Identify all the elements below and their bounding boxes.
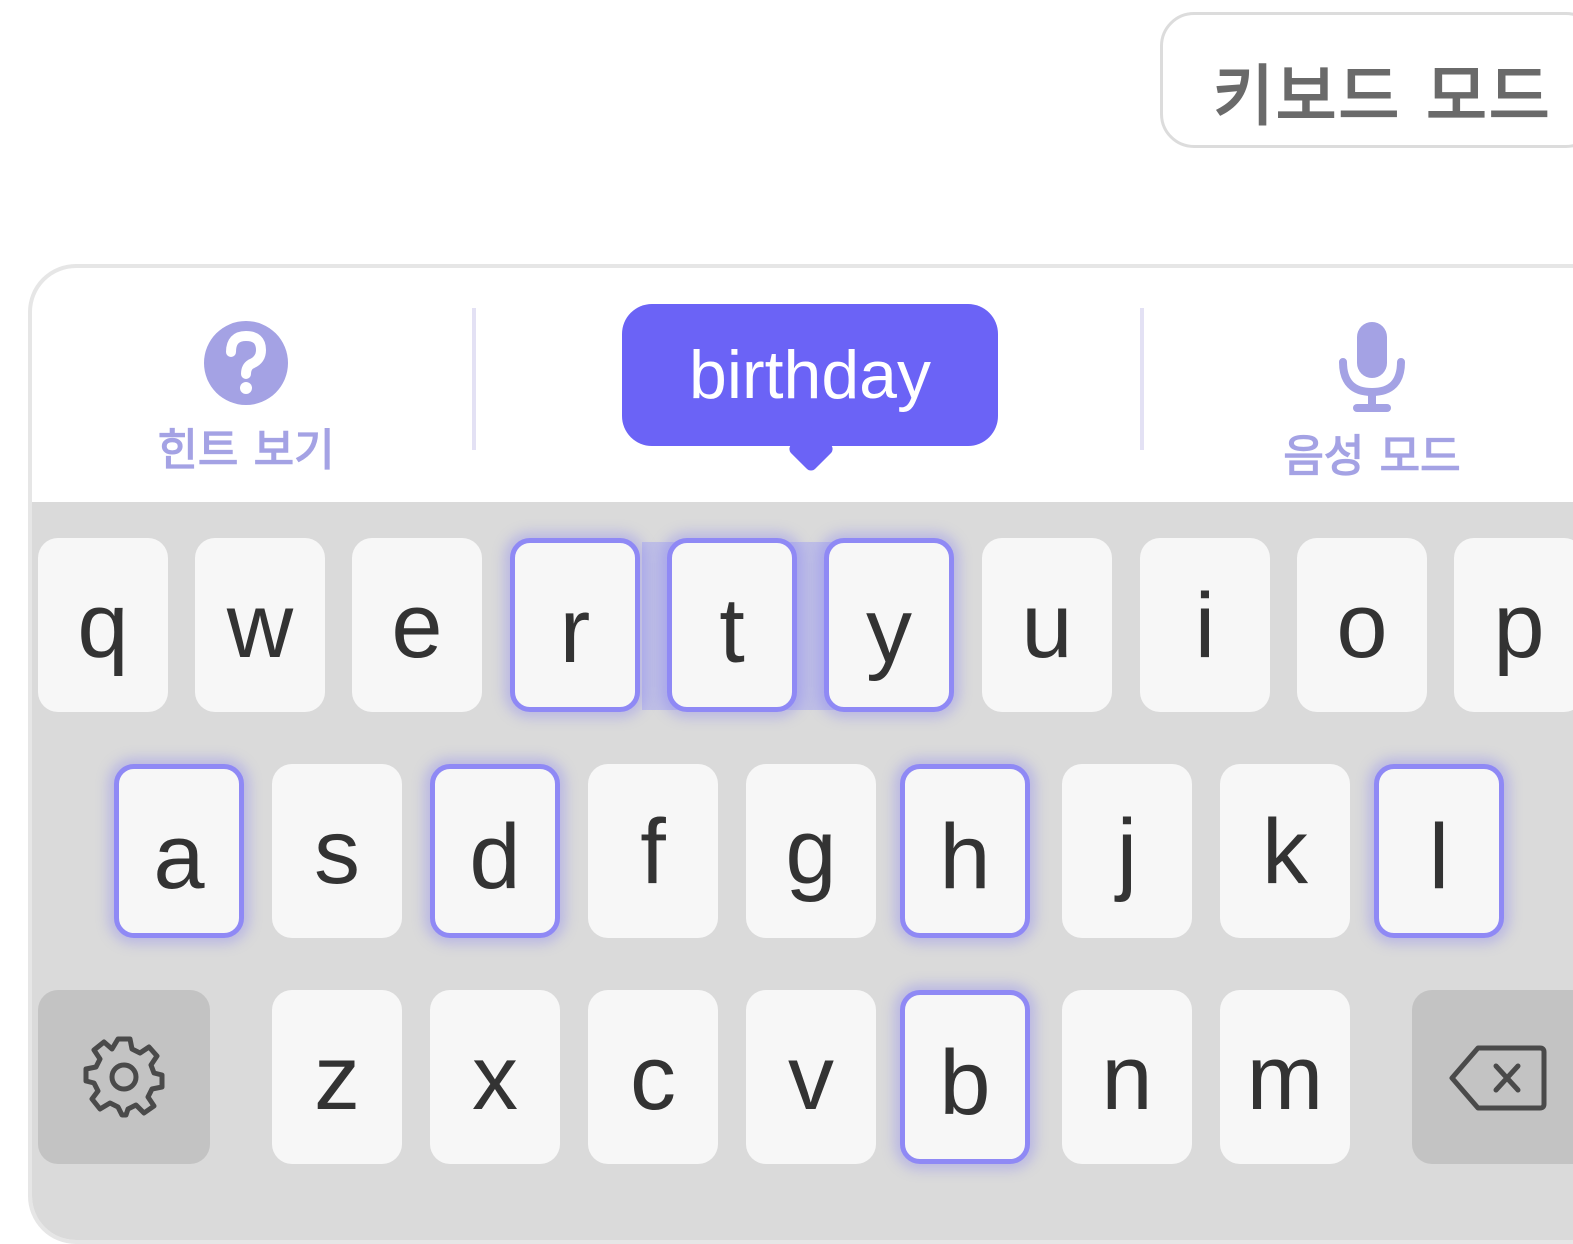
key-v[interactable]: v xyxy=(746,990,876,1164)
suggestion-tail xyxy=(786,424,836,474)
key-n[interactable]: n xyxy=(1062,990,1192,1164)
key-f[interactable]: f xyxy=(588,764,718,938)
key-q[interactable]: q xyxy=(38,538,168,712)
keyboard-toolbar: 힌트 보기 birthday 음성 모드 xyxy=(32,268,1573,502)
toolbar-divider xyxy=(1140,308,1144,450)
key-g[interactable]: g xyxy=(746,764,876,938)
key-o[interactable]: o xyxy=(1297,538,1427,712)
voice-mode-button[interactable]: 음성 모드 xyxy=(1242,318,1502,484)
hint-button[interactable]: 힌트 보기 xyxy=(116,318,376,478)
key-p[interactable]: p xyxy=(1454,538,1573,712)
key-u[interactable]: u xyxy=(982,538,1112,712)
key-y[interactable]: y xyxy=(824,538,954,712)
key-i[interactable]: i xyxy=(1140,538,1270,712)
key-w[interactable]: w xyxy=(195,538,325,712)
gear-icon xyxy=(83,1036,165,1118)
key-l[interactable]: l xyxy=(1374,764,1504,938)
suggestion-text: birthday xyxy=(689,337,931,413)
key-m[interactable]: m xyxy=(1220,990,1350,1164)
key-x[interactable]: x xyxy=(430,990,560,1164)
keyboard-mode-button[interactable]: 키보드 모드 xyxy=(1160,12,1573,148)
backspace-icon xyxy=(1449,1045,1547,1111)
key-c[interactable]: c xyxy=(588,990,718,1164)
suggestion-bubble[interactable]: birthday xyxy=(622,304,998,474)
microphone-icon xyxy=(1339,322,1405,412)
key-j[interactable]: j xyxy=(1062,764,1192,938)
key-b[interactable]: b xyxy=(900,990,1030,1164)
settings-key[interactable] xyxy=(38,990,210,1164)
key-k[interactable]: k xyxy=(1220,764,1350,938)
key-d[interactable]: d xyxy=(430,764,560,938)
key-h[interactable]: h xyxy=(900,764,1030,938)
key-area: q w e r t y u i o p a s d f g h j k l z … xyxy=(32,502,1573,1240)
key-a[interactable]: a xyxy=(114,764,244,938)
keyboard-mode-label: 키보드 모드 xyxy=(1213,58,1552,135)
backspace-key[interactable] xyxy=(1412,990,1573,1164)
key-t[interactable]: t xyxy=(667,538,797,712)
key-s[interactable]: s xyxy=(272,764,402,938)
voice-mode-label: 음성 모드 xyxy=(1283,431,1461,482)
key-e[interactable]: e xyxy=(352,538,482,712)
keyboard-panel: 힌트 보기 birthday 음성 모드 q w e r t y u i o p… xyxy=(28,264,1573,1244)
question-icon xyxy=(204,321,288,405)
key-z[interactable]: z xyxy=(272,990,402,1164)
toolbar-divider xyxy=(472,308,476,450)
hint-label: 힌트 보기 xyxy=(157,425,335,476)
key-r[interactable]: r xyxy=(510,538,640,712)
